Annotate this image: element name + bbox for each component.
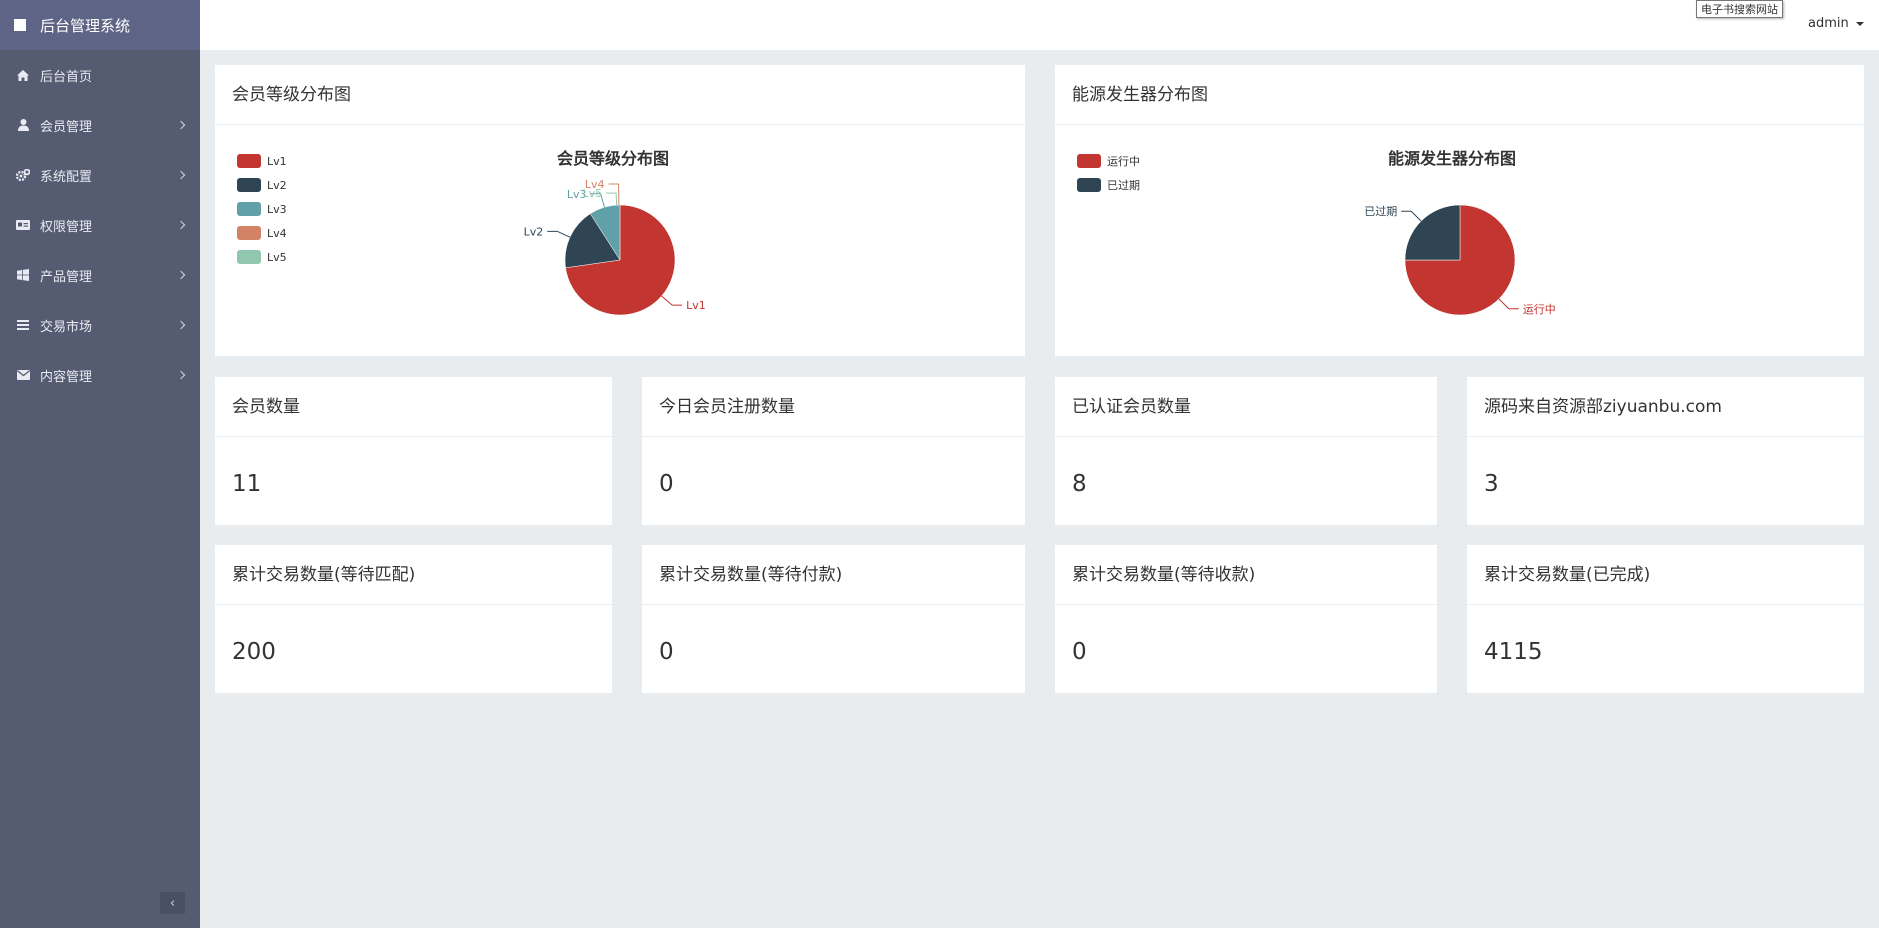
- pie-label-line: [606, 192, 618, 206]
- stat-value: 3: [1484, 471, 1499, 497]
- member-level-pie-chart: Lv1Lv2Lv3Lv4Lv5: [524, 178, 706, 316]
- pie-label: 已过期: [1364, 205, 1397, 218]
- pie-label: Lv1: [686, 299, 706, 312]
- generator-panel: 能源发生器分布图 运行中 已过期 能源发生器分布图 运行中 已过期: [1055, 65, 1864, 356]
- sidebar-menu: 后台首页 会员管理 系统配置 权限管理 产品管理 交易市场 内容管理: [0, 50, 200, 400]
- stat-card-verified-members: 已认证会员数量 8: [1055, 377, 1437, 525]
- sidebar-collapse-button[interactable]: ‹: [160, 892, 185, 914]
- pie-label: Lv2: [524, 225, 544, 238]
- pie-label-line: [1401, 210, 1422, 222]
- member-level-panel: 会员等级分布图 Lv1 Lv2 Lv3 Lv4 Lv5 会员等级分布图 Lv1 L…: [215, 65, 1025, 356]
- stat-title: 已认证会员数量: [1055, 377, 1437, 437]
- sidebar-item-system-config[interactable]: 系统配置: [0, 150, 200, 200]
- sidebar-item-permissions[interactable]: 权限管理: [0, 200, 200, 250]
- brand-title: 后台管理系统: [40, 16, 131, 35]
- user-icon: [16, 119, 30, 131]
- sidebar-item-label: 内容管理: [40, 369, 93, 385]
- sidebar-item-label: 后台首页: [40, 69, 93, 85]
- user-name: admin: [1808, 16, 1849, 31]
- stat-value: 11: [232, 471, 262, 497]
- stat-card-trades-awaiting-receipt: 累计交易数量(等待收款) 0: [1055, 545, 1437, 693]
- stat-value: 0: [659, 471, 674, 497]
- top-bar: [200, 0, 1879, 50]
- tooltip: 电子书搜索网站: [1696, 0, 1783, 18]
- stat-card-source: 源码来自资源部ziyuanbu.com 3: [1467, 377, 1864, 525]
- list-icon: [16, 320, 30, 330]
- chevron-right-icon: [176, 370, 186, 380]
- stat-value: 200: [232, 639, 276, 665]
- sidebar-item-products[interactable]: 产品管理: [0, 250, 200, 300]
- stat-card-trades-matching: 累计交易数量(等待匹配) 200: [215, 545, 612, 693]
- stat-value: 0: [1072, 639, 1087, 665]
- chevron-right-icon: [176, 270, 186, 280]
- brand-square-icon: [14, 19, 26, 31]
- id-card-icon: [16, 220, 30, 230]
- sidebar: 后台管理系统 后台首页 会员管理 系统配置 权限管理 产品管理 交易市场 内容管…: [0, 0, 200, 928]
- stat-title: 累计交易数量(等待匹配): [215, 545, 612, 605]
- sidebar-item-market[interactable]: 交易市场: [0, 300, 200, 350]
- pie-label-line: [608, 183, 620, 206]
- stat-title: 今日会员注册数量: [642, 377, 1025, 437]
- stat-card-trades-completed: 累计交易数量(已完成) 4115: [1467, 545, 1864, 693]
- cogs-icon: [16, 169, 30, 181]
- chevron-right-icon: [176, 120, 186, 130]
- sidebar-item-label: 会员管理: [40, 119, 93, 135]
- pie-label-line: [547, 230, 571, 238]
- sidebar-item-members[interactable]: 会员管理: [0, 100, 200, 150]
- stat-value: 8: [1072, 471, 1087, 497]
- pie-label: 运行中: [1523, 303, 1556, 316]
- chevron-right-icon: [176, 220, 186, 230]
- sidebar-item-home[interactable]: 后台首页: [0, 50, 200, 100]
- caret-down-icon: [1855, 21, 1864, 26]
- stat-card-today-registrations: 今日会员注册数量 0: [642, 377, 1025, 525]
- sidebar-item-label: 产品管理: [40, 269, 93, 285]
- stat-title: 会员数量: [215, 377, 612, 437]
- pie-label-line: [661, 295, 683, 306]
- stat-title: 源码来自资源部ziyuanbu.com: [1467, 377, 1864, 437]
- sidebar-item-label: 交易市场: [40, 319, 93, 335]
- sidebar-item-label: 权限管理: [40, 219, 93, 235]
- windows-icon: [16, 269, 30, 281]
- stat-title: 累计交易数量(等待付款): [642, 545, 1025, 605]
- sidebar-item-label: 系统配置: [40, 169, 93, 185]
- home-icon: [16, 69, 30, 81]
- chevron-right-icon: [176, 320, 186, 330]
- stat-card-members: 会员数量 11: [215, 377, 612, 525]
- pie-label: Lv5: [582, 187, 602, 200]
- sidebar-item-content[interactable]: 内容管理: [0, 350, 200, 400]
- generator-pie-chart: 运行中 已过期: [1364, 204, 1556, 316]
- user-menu[interactable]: admin: [1808, 16, 1864, 31]
- stat-card-trades-awaiting-payment: 累计交易数量(等待付款) 0: [642, 545, 1025, 693]
- brand[interactable]: 后台管理系统: [0, 0, 200, 50]
- stat-title: 累计交易数量(等待收款): [1055, 545, 1437, 605]
- envelope-icon: [16, 370, 30, 380]
- stat-title: 累计交易数量(已完成): [1467, 545, 1864, 605]
- pie-label-line: [1498, 298, 1519, 310]
- stat-value: 4115: [1484, 639, 1543, 665]
- chevron-right-icon: [176, 170, 186, 180]
- stat-value: 0: [659, 639, 674, 665]
